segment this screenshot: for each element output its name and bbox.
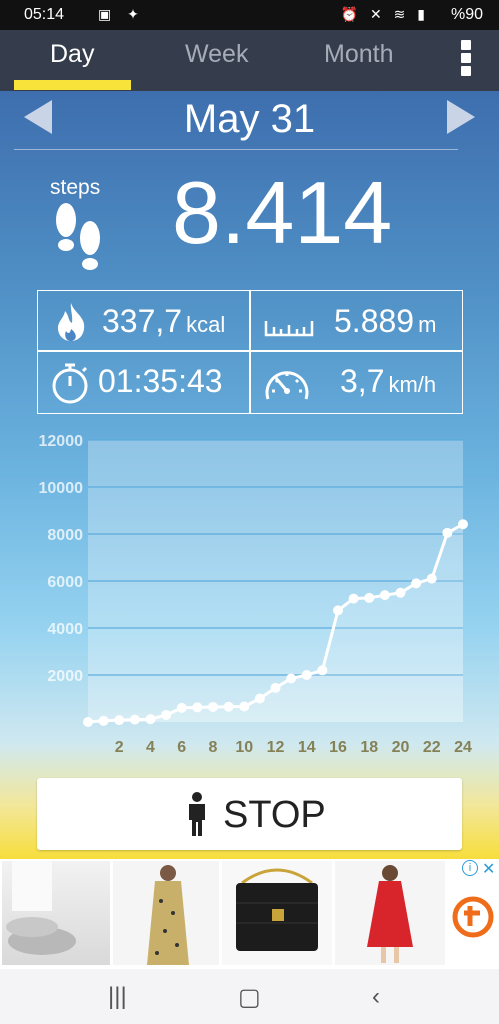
ad-info-icon[interactable]: i	[462, 860, 478, 876]
flame-icon	[58, 303, 85, 341]
stats-grid: 337,7 kcal 5.889 m 01:35:43 3,7 km/h	[37, 290, 463, 414]
ad-image-dress[interactable]	[113, 861, 219, 965]
chart-point	[286, 673, 297, 684]
chart-x-tick-label: 22	[423, 739, 441, 756]
steps-line-chart: 200040006000800010000120002 4 6 8 10 12 14 16 18…	[39, 433, 473, 756]
tab-day[interactable]: Day	[50, 40, 94, 69]
chart-x-tick-label: 14	[298, 739, 316, 756]
chart-point	[98, 715, 109, 726]
ad-image-sneakers[interactable]	[2, 861, 110, 965]
chart-x-tick-label: 20	[392, 739, 410, 756]
recent-apps-icon[interactable]: |||	[108, 983, 127, 1011]
chart-x-tick-label: 6	[177, 739, 186, 756]
chart-point	[208, 701, 218, 712]
chart-y-tick-label: 4000	[47, 621, 83, 638]
notification-icons: ▣ ✦	[98, 6, 145, 22]
chart-point	[129, 714, 140, 725]
chart-x-tick-label: 4	[146, 739, 155, 756]
chart-point	[317, 665, 328, 676]
stopwatch-icon	[52, 363, 88, 404]
chart-point	[83, 717, 93, 727]
stop-button[interactable]: STOP	[37, 778, 462, 850]
chart-y-tick-label: 8000	[47, 527, 83, 544]
overflow-menu-icon[interactable]	[461, 40, 473, 76]
status-bar: 05:14 ▣ ✦ ⏰ ✕ ≋ ▮ %90	[0, 0, 499, 30]
chart-x-tick-label: 12	[267, 739, 285, 756]
ad-image-handbag[interactable]	[222, 861, 332, 965]
chart-point	[176, 702, 187, 713]
chart-point	[426, 573, 437, 584]
chart-point	[145, 714, 156, 725]
active-tab-indicator	[14, 80, 131, 90]
footprints-icon	[56, 203, 100, 270]
chart-point	[379, 590, 390, 601]
ruler-icon	[264, 321, 314, 337]
chart-point	[458, 519, 468, 530]
chart-x-tick-label: 18	[360, 739, 378, 756]
chart-x-tick-label: 24	[454, 739, 472, 756]
system-icons: ⏰ ✕ ≋ ▮	[340, 6, 429, 22]
home-icon[interactable]: ▢	[238, 983, 261, 1012]
steps-label: steps	[50, 176, 101, 199]
speedometer-icon	[265, 371, 309, 400]
chart-y-tick-label: 10000	[39, 480, 84, 497]
chart-point	[333, 605, 343, 616]
steps-count: 8.414	[172, 163, 393, 262]
chart-point	[254, 693, 265, 704]
tab-week[interactable]: Week	[185, 40, 248, 69]
system-nav-bar: ||| ▢ ‹	[0, 969, 499, 1024]
person-icon	[189, 792, 205, 836]
divider	[14, 149, 458, 150]
duration-value: 01:35:43	[98, 363, 223, 399]
back-icon[interactable]: ‹	[372, 983, 380, 1011]
chart-point	[223, 701, 234, 712]
chart-point	[348, 593, 359, 604]
chart-point	[364, 592, 375, 603]
chart-x-tick-label: 2	[115, 739, 124, 756]
stop-button-label: STOP	[223, 794, 326, 836]
ad-brand-logo[interactable]	[452, 896, 494, 938]
chart-y-tick-label: 12000	[39, 433, 84, 450]
chart-y-tick-label: 6000	[47, 574, 83, 591]
chart-x-tick-label: 8	[209, 739, 218, 756]
tab-month[interactable]: Month	[324, 40, 393, 69]
chart-point	[192, 702, 203, 713]
speed-value: 3,7 km/h	[340, 363, 437, 399]
chart-x-tick-label: 16	[329, 739, 347, 756]
chart-x-tick-label: 10	[235, 739, 253, 756]
chart-point	[411, 578, 422, 589]
ad-close-icon[interactable]: ✕	[482, 859, 495, 879]
chart-point	[239, 701, 250, 712]
next-day-arrow-icon[interactable]	[447, 100, 475, 134]
chart-point	[395, 587, 406, 598]
chart-point	[270, 682, 281, 693]
chart-point	[442, 527, 453, 538]
chart-point	[301, 670, 312, 680]
battery-level: %90	[450, 6, 483, 23]
status-time: 05:14	[24, 6, 65, 23]
calories-value: 337,7 kcal	[102, 303, 226, 339]
chart-point	[114, 715, 125, 726]
chart-y-tick-label: 2000	[47, 668, 83, 685]
ad-banner[interactable]	[0, 859, 499, 969]
distance-value: 5.889 m	[334, 303, 437, 339]
chart-point	[161, 709, 172, 720]
date-label: May 31	[183, 97, 316, 141]
ad-image-red-dress[interactable]	[335, 861, 445, 965]
